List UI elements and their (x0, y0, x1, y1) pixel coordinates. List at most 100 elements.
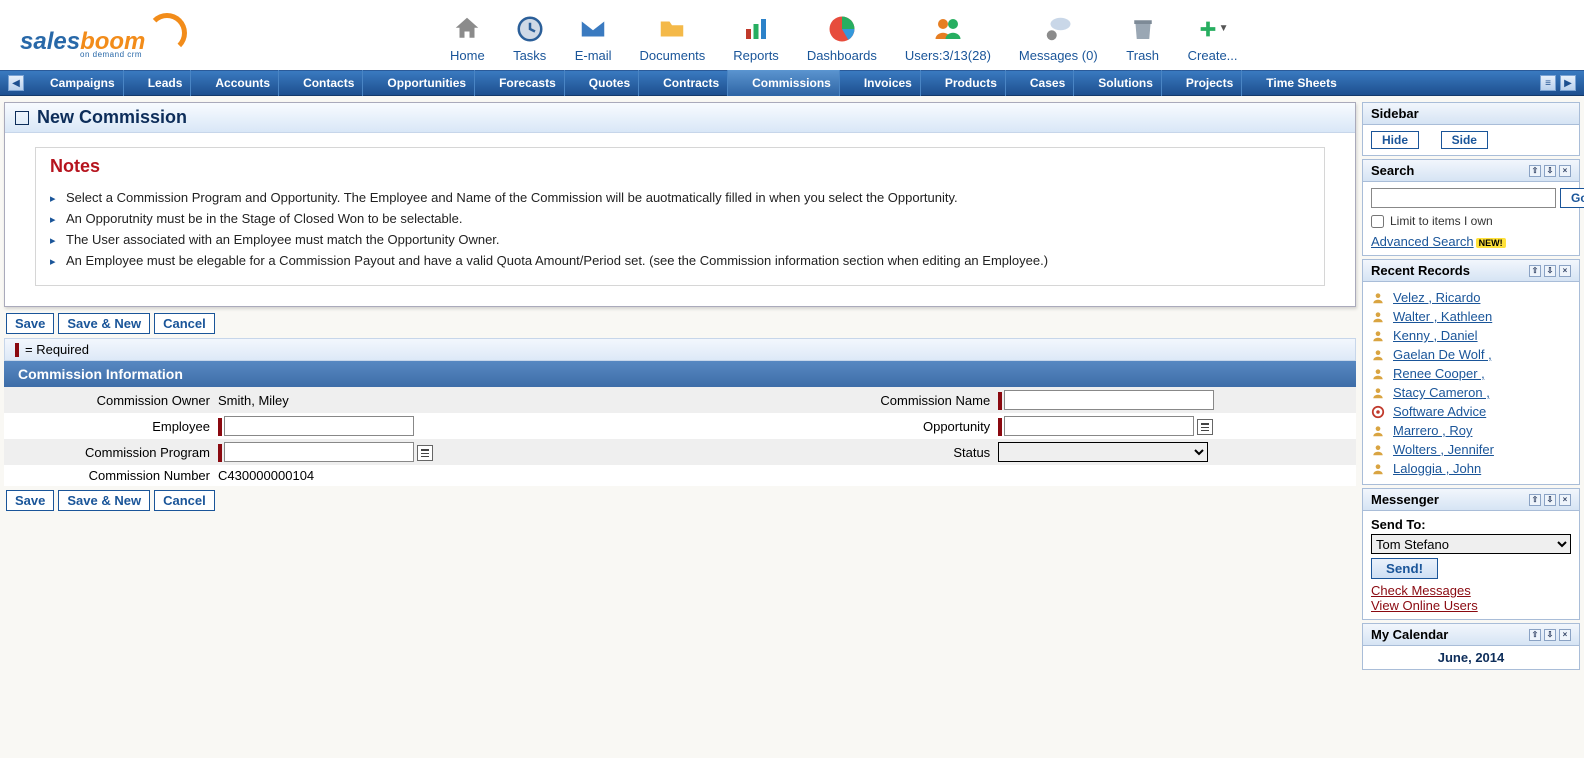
nav-users[interactable]: Users:3/13(28) (905, 12, 991, 63)
nav-tasks[interactable]: Tasks (513, 12, 547, 63)
recent-record-item[interactable]: Walter , Kathleen (1371, 307, 1571, 326)
panel-close-icon[interactable]: × (1559, 629, 1571, 641)
view-online-link[interactable]: View Online Users (1371, 598, 1571, 613)
nav-email[interactable]: E-mail (575, 12, 612, 63)
tab-quotes[interactable]: Quotes (564, 70, 638, 96)
go-button[interactable]: Go (1560, 188, 1584, 208)
recent-record-link[interactable]: Walter , Kathleen (1393, 309, 1492, 324)
save-new-button[interactable]: Save & New (58, 313, 150, 334)
calendar-month: June, 2014 (1365, 648, 1577, 667)
send-to-select[interactable]: Tom Stefano (1371, 534, 1571, 554)
nav-home[interactable]: Home (450, 12, 485, 63)
tab-campaigns[interactable]: Campaigns (26, 70, 123, 96)
nav-documents[interactable]: Documents (640, 12, 706, 63)
program-lookup-icon[interactable] (417, 445, 433, 461)
tab-accounts[interactable]: Accounts (190, 70, 278, 96)
side-button[interactable]: Side (1441, 131, 1488, 149)
save-button[interactable]: Save (6, 313, 54, 334)
check-messages-link[interactable]: Check Messages (1371, 583, 1571, 598)
tab-leads[interactable]: Leads (123, 70, 191, 96)
recent-record-item[interactable]: Gaelan De Wolf , (1371, 345, 1571, 364)
recent-record-link[interactable]: Velez , Ricardo (1393, 290, 1480, 305)
tab-solutions[interactable]: Solutions (1073, 70, 1161, 96)
nav-trash[interactable]: Trash (1126, 12, 1160, 63)
recent-record-link[interactable]: Renee Cooper , (1393, 366, 1485, 381)
status-label: Status (574, 439, 994, 465)
nav-reports[interactable]: Reports (733, 12, 779, 63)
tab-commissions[interactable]: Commissions (727, 70, 839, 96)
tab-scroll-right[interactable]: ▶ (1560, 75, 1576, 91)
save-new-button[interactable]: Save & New (58, 490, 150, 511)
recent-record-link[interactable]: Kenny , Daniel (1393, 328, 1478, 343)
person-icon (1371, 386, 1385, 400)
tab-products[interactable]: Products (920, 70, 1005, 96)
status-select[interactable] (998, 442, 1208, 462)
panel-close-icon[interactable]: × (1559, 494, 1571, 506)
program-input[interactable] (224, 442, 414, 462)
panel-pin-icon[interactable]: ⇩ (1544, 165, 1556, 177)
recent-record-item[interactable]: Laloggia , John (1371, 459, 1571, 478)
tab-cases[interactable]: Cases (1005, 70, 1073, 96)
dashboards-icon (825, 12, 859, 46)
tab-forecasts[interactable]: Forecasts (474, 70, 564, 96)
recent-record-link[interactable]: Wolters , Jennifer (1393, 442, 1494, 457)
recent-record-item[interactable]: Wolters , Jennifer (1371, 440, 1571, 459)
panel-close-icon[interactable]: × (1559, 265, 1571, 277)
section-header: Commission Information (4, 361, 1356, 387)
opportunity-lookup-icon[interactable] (1197, 419, 1213, 435)
panel-up-icon[interactable]: ⇧ (1529, 494, 1541, 506)
sidebar-recent-title: Recent Records ⇧⇩× (1362, 259, 1580, 282)
recent-record-link[interactable]: Gaelan De Wolf , (1393, 347, 1492, 362)
person-icon (1371, 443, 1385, 457)
nav-dashboards[interactable]: Dashboards (807, 12, 877, 63)
panel-close-icon[interactable]: × (1559, 165, 1571, 177)
recent-record-link[interactable]: Software Advice (1393, 404, 1486, 419)
panel-pin-icon[interactable]: ⇩ (1544, 494, 1556, 506)
tab-projects[interactable]: Projects (1161, 70, 1241, 96)
tab-icon (199, 77, 211, 89)
opportunity-input[interactable] (1004, 416, 1194, 436)
recent-record-item[interactable]: Kenny , Daniel (1371, 326, 1571, 345)
recent-record-item[interactable]: Marrero , Roy (1371, 421, 1571, 440)
recent-record-item[interactable]: Software Advice (1371, 402, 1571, 421)
commission-name-input[interactable] (1004, 390, 1214, 410)
person-icon (1371, 462, 1385, 476)
panel-pin-icon[interactable]: ⇩ (1544, 265, 1556, 277)
recent-record-item[interactable]: Renee Cooper , (1371, 364, 1571, 383)
recent-record-item[interactable]: Velez , Ricardo (1371, 288, 1571, 307)
note-item: An Employee must be elegable for a Commi… (50, 250, 1310, 271)
employee-input[interactable] (224, 416, 414, 436)
recent-record-link[interactable]: Marrero , Roy (1393, 423, 1472, 438)
recent-record-link[interactable]: Stacy Cameron , (1393, 385, 1490, 400)
logo[interactable]: salesboom on demand crm (20, 12, 190, 62)
hide-button[interactable]: Hide (1371, 131, 1419, 149)
nav-label: Create... (1188, 48, 1238, 63)
tab-invoices[interactable]: Invoices (839, 70, 920, 96)
person-icon (1371, 348, 1385, 362)
tab-contracts[interactable]: Contracts (638, 70, 727, 96)
recent-record-item[interactable]: Stacy Cameron , (1371, 383, 1571, 402)
tab-opportunities[interactable]: Opportunities (362, 70, 474, 96)
panel-pin-icon[interactable]: ⇩ (1544, 629, 1556, 641)
limit-checkbox[interactable] (1371, 215, 1384, 228)
cancel-button[interactable]: Cancel (154, 490, 215, 511)
cancel-button[interactable]: Cancel (154, 313, 215, 334)
tab-scroll-left[interactable]: ◀ (8, 75, 24, 91)
nav-messages[interactable]: Messages (0) (1019, 12, 1098, 63)
recent-record-link[interactable]: Laloggia , John (1393, 461, 1481, 476)
tab-time-sheets[interactable]: Time Sheets (1241, 70, 1344, 96)
nav-create[interactable]: ▼Create... (1188, 12, 1238, 63)
notes-list: Select a Commission Program and Opportun… (50, 187, 1310, 271)
limit-checkbox-label[interactable]: Limit to items I own (1371, 214, 1571, 228)
send-button[interactable]: Send! (1371, 558, 1438, 579)
tab-icon (483, 77, 495, 89)
search-input[interactable] (1371, 188, 1556, 208)
tab-icon (1170, 77, 1182, 89)
panel-up-icon[interactable]: ⇧ (1529, 165, 1541, 177)
advanced-search-link[interactable]: Advanced Search (1371, 234, 1474, 249)
tab-contacts[interactable]: Contacts (278, 70, 362, 96)
panel-up-icon[interactable]: ⇧ (1529, 629, 1541, 641)
panel-up-icon[interactable]: ⇧ (1529, 265, 1541, 277)
save-button[interactable]: Save (6, 490, 54, 511)
tab-more[interactable]: ≡ (1540, 75, 1556, 91)
